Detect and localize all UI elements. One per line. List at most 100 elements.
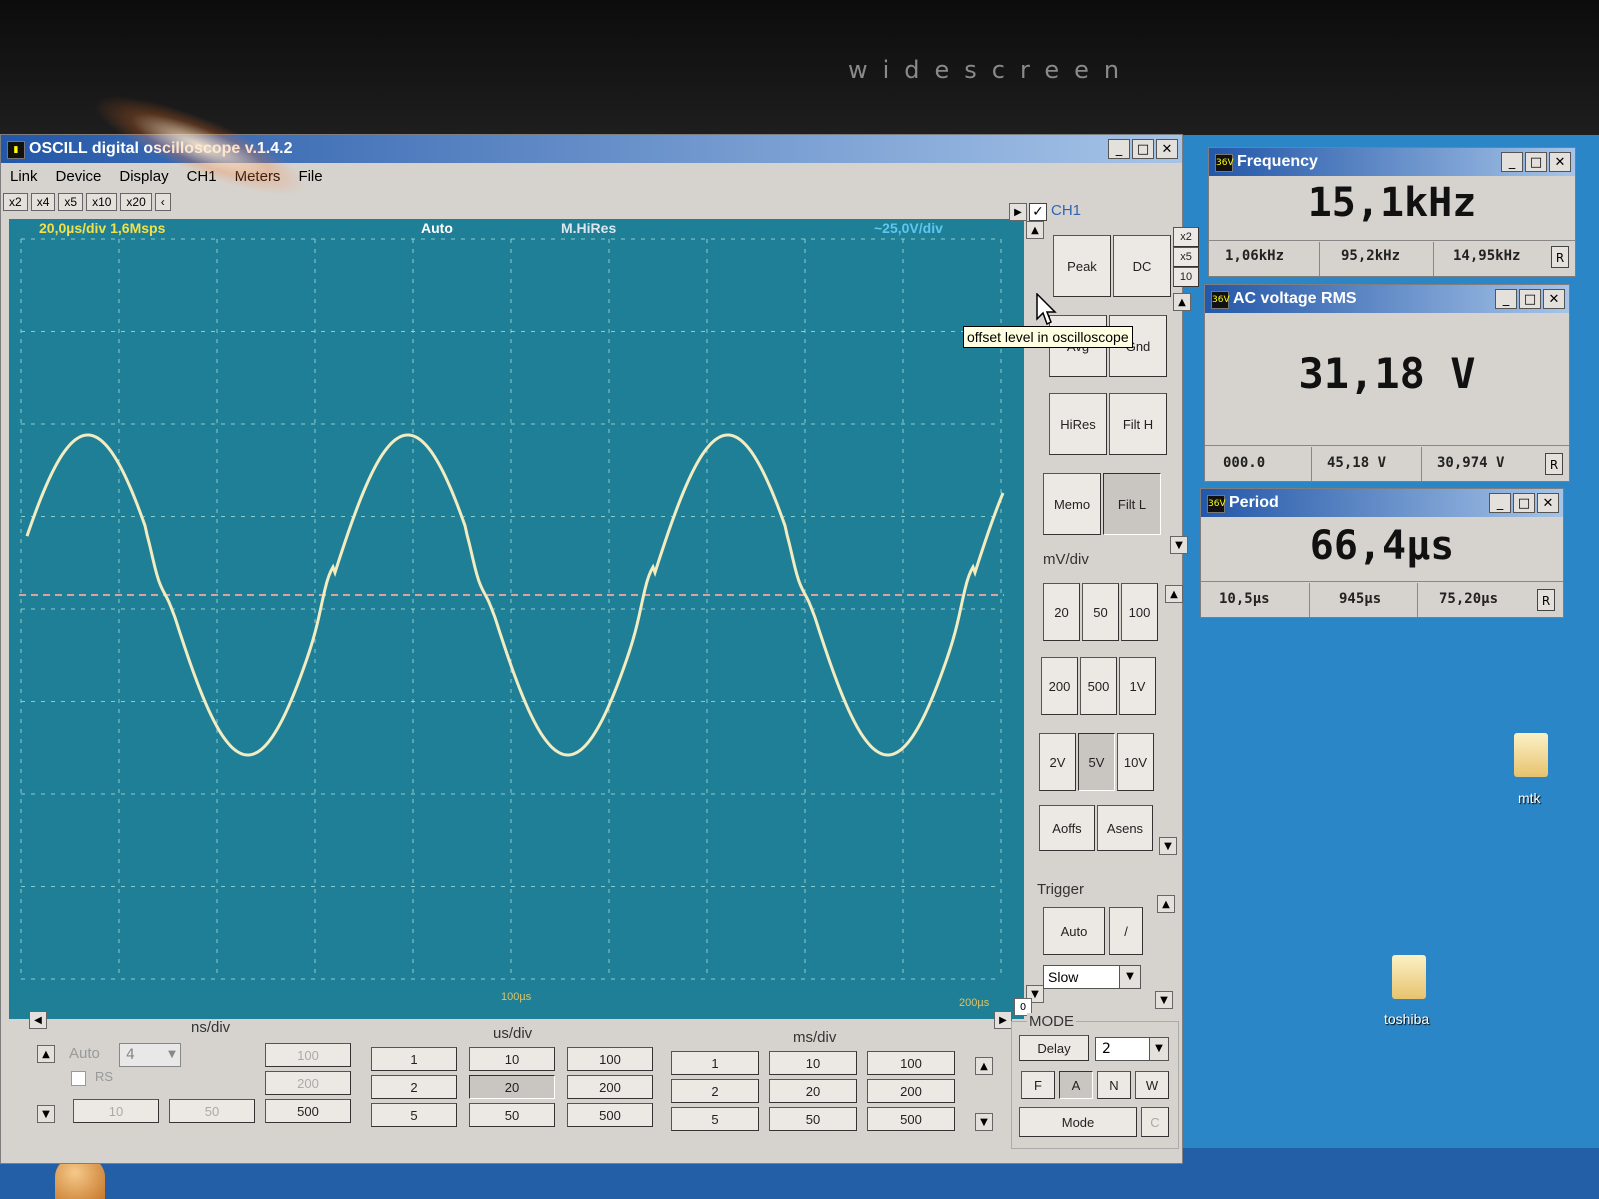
folder-icon[interactable]	[1514, 733, 1548, 777]
maximize-button[interactable]: □	[1513, 493, 1535, 513]
ms-500-button[interactable]: 500	[867, 1107, 955, 1131]
mv-scroll-up-arrow[interactable]: ▲	[1165, 585, 1183, 603]
mv-500-button[interactable]: 500	[1080, 657, 1117, 715]
minimize-button[interactable]: _	[1495, 289, 1517, 309]
mv-2v-button[interactable]: 2V	[1039, 733, 1076, 791]
ac-voltage-reset-button[interactable]: R	[1545, 453, 1563, 475]
desktop-icon-label-toshiba[interactable]: toshiba	[1384, 1011, 1429, 1027]
ms-200-button[interactable]: 200	[867, 1079, 955, 1103]
mv-1v-button[interactable]: 1V	[1119, 657, 1156, 715]
ns-10-button[interactable]: 10	[73, 1099, 159, 1123]
channel-scroll-up-arrow[interactable]: ▲	[1173, 293, 1191, 311]
memo-button[interactable]: Memo	[1043, 473, 1101, 535]
mv-scroll-down-arrow[interactable]: ▼	[1159, 837, 1177, 855]
ch1-checkbox[interactable]: ✓	[1029, 203, 1047, 221]
trigger-speed-select[interactable]: Slow ▼	[1043, 965, 1141, 989]
main-titlebar[interactable]: ▮ OSCILL digital oscilloscope v.1.4.2 _ …	[1, 135, 1182, 163]
mode-n-button[interactable]: N	[1097, 1071, 1131, 1099]
zoom-x5-button[interactable]: x5	[58, 193, 84, 211]
asens-button[interactable]: Asens	[1097, 805, 1153, 851]
chevron-down-icon[interactable]: ▼	[164, 1044, 180, 1066]
mv-100-button[interactable]: 100	[1121, 583, 1158, 641]
mode-f-button[interactable]: F	[1021, 1071, 1055, 1099]
chevron-down-icon[interactable]: ▼	[1119, 966, 1140, 988]
mv-50-button[interactable]: 50	[1082, 583, 1119, 641]
aoffs-button[interactable]: Aoffs	[1039, 805, 1095, 851]
delay-button[interactable]: Delay	[1019, 1035, 1089, 1061]
ac-voltage-titlebar[interactable]: 36V AC voltage RMS _ □ ✕	[1205, 285, 1569, 313]
mult-x2-button[interactable]: x2	[1173, 227, 1199, 247]
minimize-button[interactable]: _	[1108, 139, 1130, 159]
ns-200-button[interactable]: 200	[265, 1071, 351, 1095]
zoom-x10-button[interactable]: x10	[86, 193, 118, 211]
ms-2-button[interactable]: 2	[671, 1079, 759, 1103]
mv-10v-button[interactable]: 10V	[1117, 733, 1154, 791]
delay-value-select[interactable]: 2 ▼	[1095, 1037, 1169, 1061]
mv-5v-button[interactable]: 5V	[1078, 733, 1115, 791]
us-20-button[interactable]: 20	[469, 1075, 555, 1099]
ms-scroll-up-arrow[interactable]: ▲	[975, 1057, 993, 1075]
close-button[interactable]: ✕	[1156, 139, 1178, 159]
c-button[interactable]: C	[1141, 1107, 1169, 1137]
zoom-x2-button[interactable]: x2	[3, 193, 28, 211]
mv-20-button[interactable]: 20	[1043, 583, 1080, 641]
us-2-button[interactable]: 2	[371, 1075, 457, 1099]
ms-5-button[interactable]: 5	[671, 1107, 759, 1131]
timebase-scroll-right-arrow[interactable]: ▶	[994, 1011, 1012, 1029]
chevron-down-icon[interactable]: ▼	[1149, 1038, 1168, 1060]
folder-icon[interactable]	[1392, 955, 1426, 999]
ns-scroll-up-arrow[interactable]: ▲	[37, 1045, 55, 1063]
menu-file[interactable]: File	[289, 165, 331, 191]
mv-200-button[interactable]: 200	[1041, 657, 1078, 715]
us-200-button[interactable]: 200	[567, 1075, 653, 1099]
us-500-button[interactable]: 500	[567, 1103, 653, 1127]
minimize-button[interactable]: _	[1501, 152, 1523, 172]
frequency-titlebar[interactable]: 36V Frequency _ □ ✕	[1209, 148, 1575, 176]
close-button[interactable]: ✕	[1549, 152, 1571, 172]
trigger-slope-button[interactable]: /	[1109, 907, 1143, 955]
minimize-button[interactable]: _	[1489, 493, 1511, 513]
ms-100-button[interactable]: 100	[867, 1051, 955, 1075]
maximize-button[interactable]: □	[1525, 152, 1547, 172]
ms-50-button[interactable]: 50	[769, 1107, 857, 1131]
timebase-scroll-left-arrow[interactable]: ◀	[29, 1011, 47, 1029]
auto-value-select[interactable]: 4 ▼	[119, 1043, 181, 1067]
us-10-button[interactable]: 10	[469, 1047, 555, 1071]
close-button[interactable]: ✕	[1537, 493, 1559, 513]
scope-scroll-up-arrow[interactable]: ▲	[1026, 221, 1044, 239]
ms-scroll-down-arrow[interactable]: ▼	[975, 1113, 993, 1131]
menu-link[interactable]: Link	[1, 165, 47, 191]
period-titlebar[interactable]: 36V Period _ □ ✕	[1201, 489, 1563, 517]
zoom-x4-button[interactable]: x4	[30, 193, 56, 211]
maximize-button[interactable]: □	[1132, 139, 1154, 159]
ms-10-button[interactable]: 10	[769, 1051, 857, 1075]
ns-scroll-down-arrow[interactable]: ▼	[37, 1105, 55, 1123]
dc-button[interactable]: DC	[1113, 235, 1171, 297]
ns-100-button[interactable]: 100	[265, 1043, 351, 1067]
rs-checkbox[interactable]	[71, 1071, 86, 1086]
close-button[interactable]: ✕	[1543, 289, 1565, 309]
period-reset-button[interactable]: R	[1537, 589, 1555, 611]
trigger-scroll-up-arrow[interactable]: ▲	[1157, 895, 1175, 913]
ns-500-button[interactable]: 500	[265, 1099, 351, 1123]
mode-a-button[interactable]: A	[1059, 1071, 1093, 1099]
us-5-button[interactable]: 5	[371, 1103, 457, 1127]
ns-50-button[interactable]: 50	[169, 1099, 255, 1123]
ms-1-button[interactable]: 1	[671, 1051, 759, 1075]
us-100-button[interactable]: 100	[567, 1047, 653, 1071]
desktop-icon-label-mtk[interactable]: mtk	[1518, 790, 1541, 806]
menu-meters[interactable]: Meters	[226, 165, 290, 191]
ms-20-button[interactable]: 20	[769, 1079, 857, 1103]
mode-w-button[interactable]: W	[1135, 1071, 1169, 1099]
mult-10-button[interactable]: 10	[1173, 267, 1199, 287]
mult-x5-button[interactable]: x5	[1173, 247, 1199, 267]
menu-display[interactable]: Display	[110, 165, 177, 191]
peak-button[interactable]: Peak	[1053, 235, 1111, 297]
filt-h-button[interactable]: Filt H	[1109, 393, 1167, 455]
mode-button[interactable]: Mode	[1019, 1107, 1137, 1137]
menu-device[interactable]: Device	[47, 165, 111, 191]
panel-scroll-right-arrow[interactable]: ▶	[1009, 203, 1027, 221]
zoom-scroll-left-button[interactable]: ‹	[154, 193, 171, 211]
channel-scroll-down-arrow[interactable]: ▼	[1170, 536, 1188, 554]
trigger-auto-button[interactable]: Auto	[1043, 907, 1105, 955]
